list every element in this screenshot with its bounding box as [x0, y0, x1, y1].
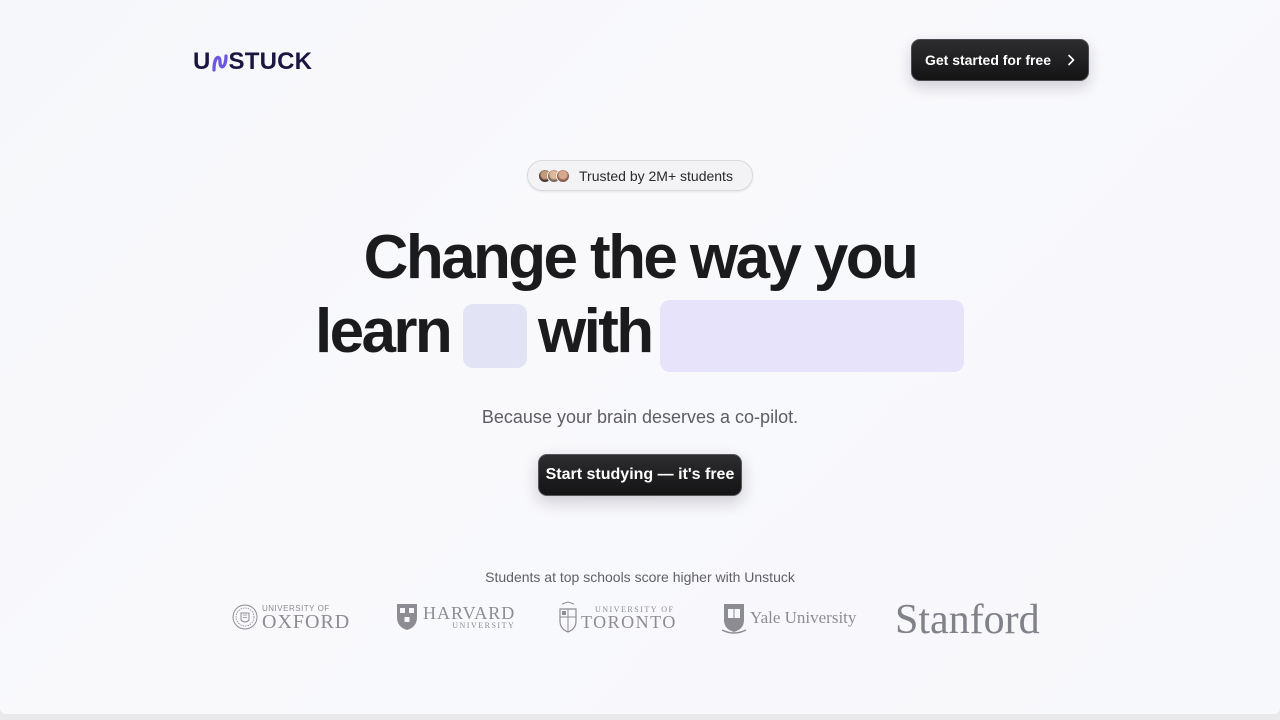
- subheadline: Because your brain deserves a co-pilot.: [481, 407, 799, 427]
- start-studying-label: Start studying — it's free: [545, 466, 735, 483]
- yale-logo: Yale University: [721, 602, 856, 634]
- harvard-logo: HARVARD UNIVERSITY: [396, 603, 515, 631]
- get-started-label: Get started for free: [924, 52, 1052, 68]
- harvard-big: HARVARD: [423, 602, 516, 623]
- trusted-badge: Trusted by 2M+ students: [527, 160, 753, 191]
- headline-line-1: Change the way you: [363, 223, 919, 292]
- stanford-big: Stanford: [895, 597, 1040, 643]
- toronto-logo: UNIVERSITY OF TORONTO: [559, 601, 677, 633]
- harvard-shield-icon: [397, 604, 417, 630]
- logo-text-right: STUCK: [228, 48, 313, 75]
- toronto-shield-icon: [559, 601, 577, 633]
- animated-word-placeholder: [660, 300, 964, 372]
- animated-icon-placeholder: [463, 304, 527, 368]
- headline-word-learn: learn: [315, 297, 453, 366]
- yale-shield-icon: [721, 604, 747, 634]
- header: U STUCK Get started for free: [0, 0, 1280, 120]
- toronto-big: TORONTO: [581, 611, 677, 632]
- avatar-group: [538, 168, 570, 183]
- unstuck-logo[interactable]: U STUCK: [193, 48, 312, 76]
- schools-caption: Students at top schools score higher wit…: [485, 569, 795, 585]
- oxford-big: OXFORD: [262, 610, 351, 633]
- avatar: [556, 168, 570, 183]
- headline-word-with: with: [538, 297, 654, 366]
- oxford-logo: UNIVERSITY OF OXFORD: [232, 601, 350, 633]
- stanford-logo: Stanford: [895, 596, 1040, 644]
- chevron-right-icon: [1068, 54, 1075, 66]
- yale-big: Yale University: [750, 608, 857, 627]
- landing-page: U STUCK Get started for free Trusted by …: [0, 0, 1280, 714]
- school-logos: UNIVERSITY OF OXFORD HARVARD UNIVERSITY: [0, 597, 1280, 643]
- trusted-text: Trusted by 2M+ students: [579, 167, 733, 184]
- get-started-button[interactable]: Get started for free: [911, 39, 1089, 81]
- oxford-crest-icon: [232, 604, 258, 630]
- logo-text-left: U: [193, 48, 211, 75]
- start-studying-button[interactable]: Start studying — it's free: [538, 454, 742, 496]
- logo-loop-icon: [211, 54, 228, 72]
